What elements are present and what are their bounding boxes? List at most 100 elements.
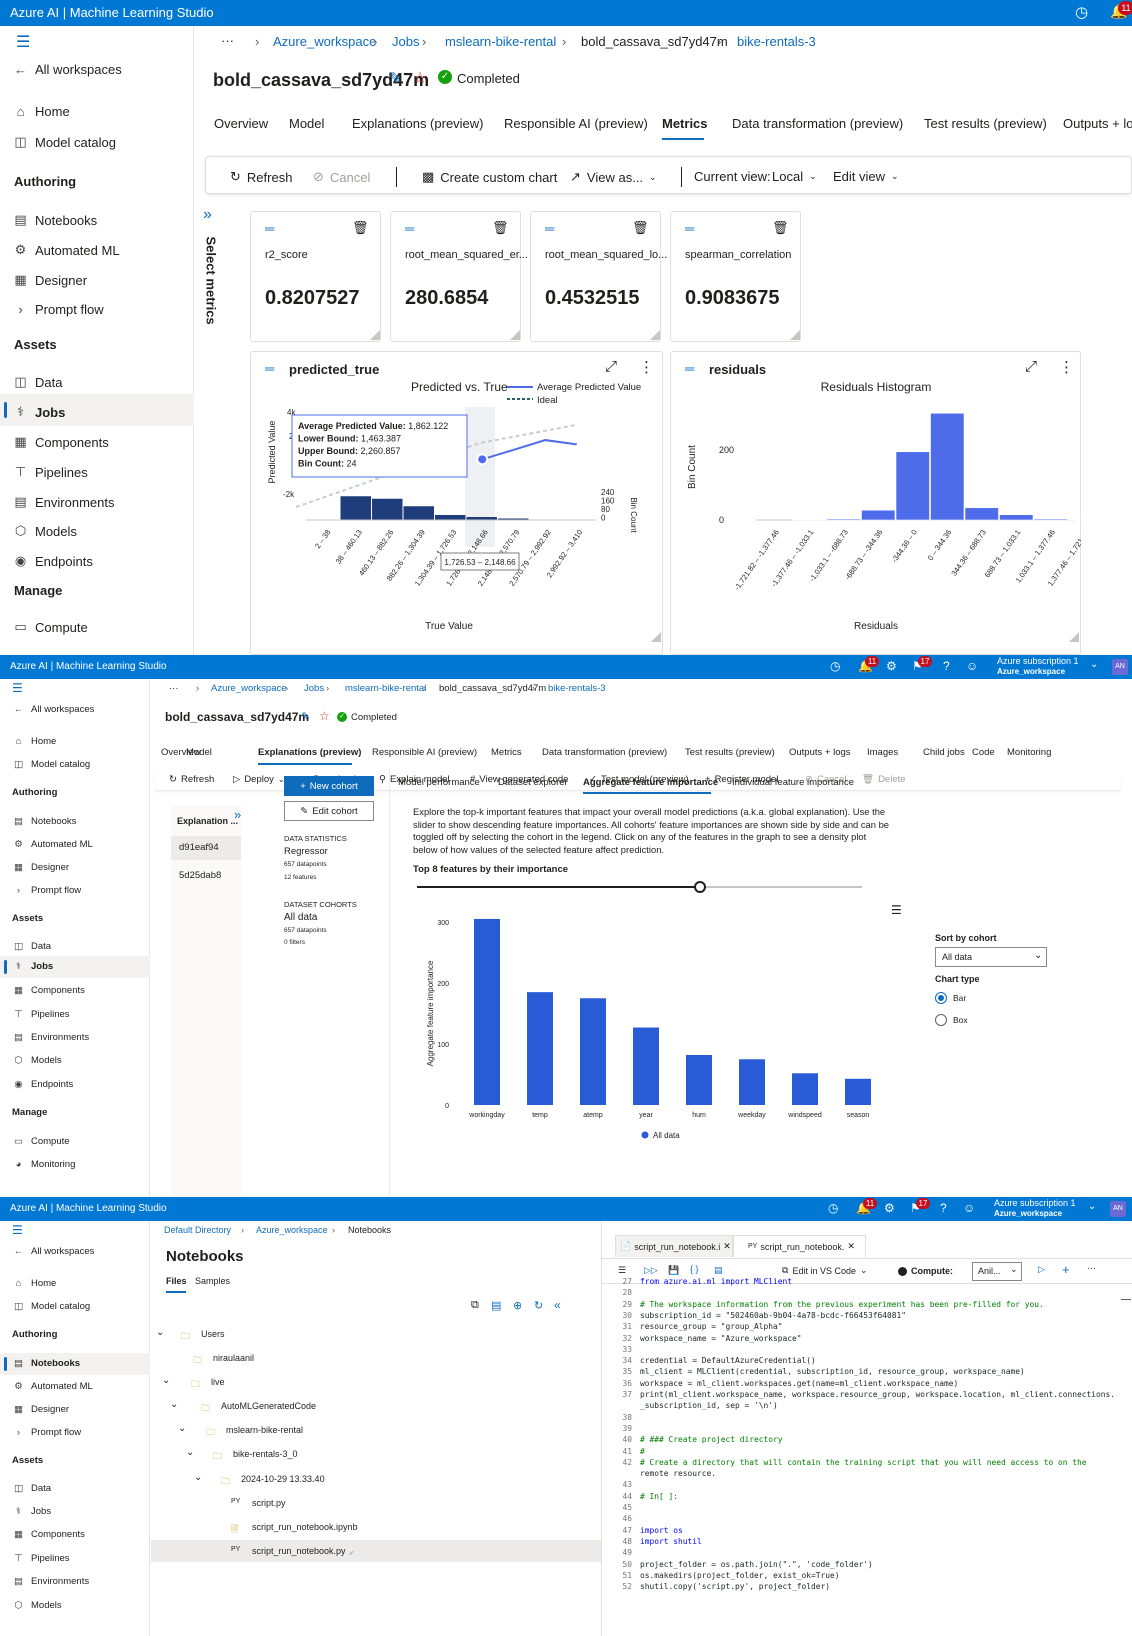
toolbar-delete-button[interactable]: 🗑 Delete [862,774,906,785]
run-all-icon[interactable]: ▷▷ [644,1265,658,1276]
tab-overview[interactable]: Overview [214,116,268,131]
sidebar-item-notebooks[interactable]: ▤ Notebooks [12,816,76,827]
view-as-dropdown[interactable]: ↗ View as... ⌄ [570,169,657,185]
save-icon[interactable]: 💾 [668,1265,679,1276]
breadcrumb-job[interactable]: bold_cassava_sd7yd47m [439,683,546,694]
sidebar-item-prompt-flow[interactable]: › Prompt flow [14,302,103,317]
tab-child-jobs[interactable]: Child jobs [923,747,965,758]
tab-monitoring[interactable]: Monitoring [1007,747,1051,758]
chevron-down-icon[interactable]: ⌄ [194,1472,202,1483]
refresh-button[interactable]: ↻ Refresh [230,169,292,185]
braces-icon[interactable]: { } [690,1264,699,1274]
sidebar-item-automated-ml[interactable]: ⚙ Automated ML [14,242,120,258]
drag-handle-icon[interactable]: ═ [265,361,274,376]
sidebar-item-environments[interactable]: ▤ Environments [12,1032,89,1043]
breadcrumb-jobs[interactable]: Jobs [304,683,324,694]
tree-item[interactable]: script.py [252,1498,286,1508]
vscode-icon[interactable]: ⧉ [471,1299,479,1312]
tab-data-transformation-preview[interactable]: Data transformation (preview) [542,747,667,758]
tree-item[interactable]: AutoMLGeneratedCode [221,1401,316,1411]
menu-icon[interactable]: ☰ [618,1265,626,1276]
compute-dropdown[interactable]: Anil... ⌄ [972,1262,1022,1281]
breadcrumb-directory[interactable]: Default Directory [164,1225,231,1235]
edit-pencil-icon[interactable]: ✎ [301,710,310,723]
breadcrumb-experiment[interactable]: mslearn-bike-rental [445,34,556,49]
delete-icon[interactable]: 🗑 [632,220,649,236]
explanation-item[interactable]: 5d25dab8 [179,870,221,881]
resize-handle-icon[interactable] [510,330,520,340]
sidebar-item-designer[interactable]: ▦ Designer [12,862,69,873]
sidebar-item-data[interactable]: ◫ Data [14,374,62,390]
subtab-individual-feature-importance[interactable]: Individual feature importance [732,777,854,788]
drag-handle-icon[interactable]: ═ [685,361,694,376]
tab-metrics[interactable]: Metrics [662,116,708,131]
tree-item[interactable]: niraulaanil [213,1353,254,1363]
expand-icon[interactable]: ⤢ [605,358,617,375]
code-editor[interactable]: 27 from azure.ai.ml import MLClient 28 29 # … [602,1277,1122,1636]
tree-item[interactable]: mslearn-bike-rental [226,1425,303,1435]
breadcrumb-workspace[interactable]: Azure_workspace [211,683,287,694]
tab-files[interactable]: Files [166,1276,187,1286]
sidebar-item-data[interactable]: ◫ Data [12,941,51,952]
sidebar-item-monitoring[interactable]: ◕ Monitoring [12,1159,76,1170]
scrollbar-marker[interactable] [1121,1299,1131,1300]
sidebar-item-jobs[interactable]: ⚕ Jobs [14,404,65,420]
add-icon[interactable]: + [1062,1262,1070,1277]
tab-model[interactable]: Model [289,116,324,131]
resize-handle-icon[interactable] [370,330,380,340]
chevron-down-icon[interactable]: ⌄ [156,1327,164,1338]
sidebar-item-models[interactable]: ⬡ Models [12,1055,61,1066]
tab-images[interactable]: Images [867,747,898,758]
explanation-item[interactable]: d91eaf94 [179,842,219,853]
chevron-down-icon[interactable]: ⌄ [170,1399,178,1410]
delete-icon[interactable]: 🗑 [352,220,369,236]
tab-responsible-ai-preview[interactable]: Responsible AI (preview) [372,747,477,758]
breadcrumb-job[interactable]: bold_cassava_sd7yd47m [581,34,728,49]
resize-handle-icon[interactable] [790,330,800,340]
tree-item[interactable]: bike-rentals-3_0 [233,1449,298,1459]
drag-handle-icon[interactable]: ═ [405,221,414,236]
clock-icon[interactable]: ◷ [828,1201,838,1215]
breadcrumb-more-icon[interactable]: ··· [221,33,234,48]
sidebar-item-designer[interactable]: ▦ Designer [12,1404,69,1415]
sidebar-item-pipelines[interactable]: ⊤ Pipelines [14,464,88,480]
double-chevron-icon[interactable]: » [203,206,212,224]
subtab-aggregate-feature-importance[interactable]: Aggregate feature importance [583,777,718,788]
gear-icon[interactable]: ⚙ [884,1201,895,1215]
hamburger-icon[interactable]: ☰ [16,32,30,52]
chart-type-bar-radio[interactable]: Bar [935,992,966,1004]
sidebar-item-compute[interactable]: ▭ Compute [12,1136,70,1147]
sidebar-item-components[interactable]: ▦ Components [12,985,85,996]
resize-handle-icon[interactable] [650,330,660,340]
sidebar-item-jobs[interactable]: ⚕ Jobs [12,961,53,972]
sidebar-item-model-catalog[interactable]: ◫ Model catalog [12,1301,90,1312]
breadcrumb-child[interactable]: bike-rentals-3 [548,683,606,694]
breadcrumb-more-icon[interactable]: ··· [169,683,179,694]
clock-icon[interactable]: ◷ [1075,3,1088,21]
sidebar-item-jobs[interactable]: ⚕ Jobs [12,1506,51,1517]
tab-code[interactable]: Code [972,747,995,758]
add-file-icon[interactable]: ⊕ [513,1299,522,1312]
sidebar-item-models[interactable]: ⬡ Models [14,523,77,539]
edit-pencil-icon[interactable]: ✎ [389,69,402,87]
favorite-star-icon[interactable]: ☆ [413,68,427,88]
create-custom-chart-button[interactable]: ▩ Create custom chart [422,169,557,185]
cancel-button[interactable]: ⊘ Cancel [313,169,370,185]
tab-test-results-preview[interactable]: Test results (preview) [685,747,775,758]
chevron-down-icon[interactable]: ⌄ [178,1423,186,1434]
sidebar-item-model-catalog[interactable]: ◫ Model catalog [14,134,116,150]
subtab-dataset-explorer[interactable]: Dataset explorer [498,777,568,788]
gear-icon[interactable]: ⚙ [886,659,897,673]
chart-type-box-radio[interactable]: Box [935,1014,968,1026]
tab-model[interactable]: Model [186,747,212,758]
double-chevron-icon[interactable]: » [234,807,241,822]
sidebar-item-data[interactable]: ◫ Data [12,1483,51,1494]
chevron-down-icon[interactable]: ⌄ [1090,659,1098,670]
tree-item[interactable]: Users [201,1329,225,1339]
editor-tab[interactable]: 📄 script_run_notebook.i ✕ [615,1235,733,1257]
toolbar-deploy-button[interactable]: ▷ Deploy ⌄ [233,774,285,785]
sidebar-item-environments[interactable]: ▤ Environments [14,494,114,510]
all-workspaces-link[interactable]: ← All workspaces [12,1246,95,1257]
new-cohort-button[interactable]: + New cohort [284,776,374,796]
close-icon[interactable]: ✕ [723,1241,731,1252]
